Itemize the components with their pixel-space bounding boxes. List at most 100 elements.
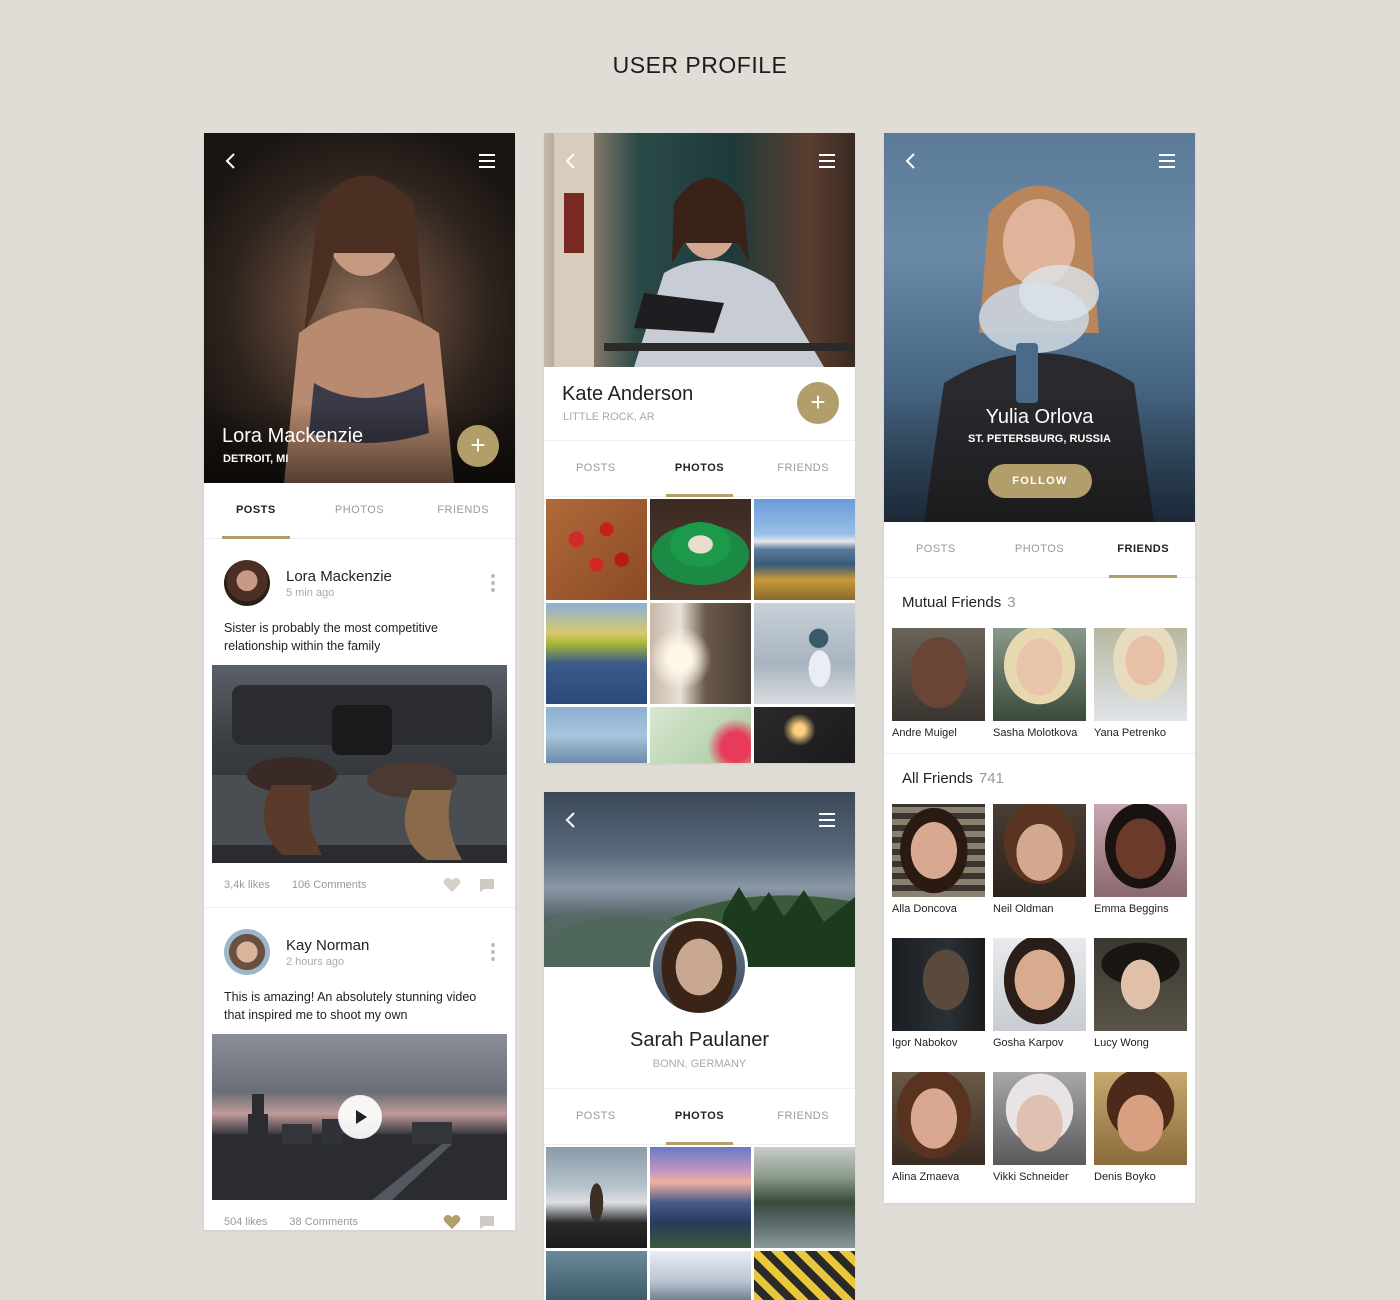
tab-friends[interactable]: FRIENDS bbox=[1091, 522, 1195, 578]
profile-card-yulia: Yulia Orlova ST. PETERSBURG, RUSSIA FOLL… bbox=[884, 133, 1195, 1203]
friend-item[interactable]: Yana Petrenko bbox=[1094, 628, 1187, 743]
mutual-friends-row: Andre Muigel Sasha Molotkova Yana Petren… bbox=[884, 628, 1195, 743]
photo-thumbnail[interactable] bbox=[754, 499, 855, 600]
friend-item[interactable]: Alla Doncova bbox=[892, 804, 985, 919]
tab-friends[interactable]: FRIENDS bbox=[751, 441, 855, 496]
friend-item[interactable]: Lucy Wong bbox=[1094, 938, 1187, 1053]
friend-name: Gosha Karpov bbox=[993, 1037, 1064, 1049]
tab-photos[interactable]: PHOTOS bbox=[308, 483, 412, 538]
profile-location: ST. PETERSBURG, RUSSIA bbox=[967, 433, 1112, 445]
all-friends-row: Alla Doncova Neil Oldman Emma Beggins bbox=[884, 804, 1195, 919]
tab-photos[interactable]: PHOTOS bbox=[988, 522, 1092, 577]
comments-count[interactable]: 106 Comments bbox=[292, 879, 367, 891]
photo-thumbnail[interactable] bbox=[754, 707, 855, 763]
avatar[interactable] bbox=[224, 560, 270, 606]
all-friends-row: Igor Nabokov Gosha Karpov Lucy Wong bbox=[884, 938, 1195, 1053]
photo-thumbnail[interactable] bbox=[546, 1251, 647, 1300]
photo-thumbnail[interactable] bbox=[546, 603, 647, 704]
add-friend-button[interactable]: + bbox=[457, 425, 499, 467]
comment-icon[interactable] bbox=[479, 1215, 495, 1230]
friend-item[interactable]: Sasha Molotkova bbox=[993, 628, 1086, 743]
photo-thumbnail[interactable] bbox=[650, 707, 751, 763]
photo-thumbnail[interactable] bbox=[754, 603, 855, 704]
photo-thumbnail[interactable] bbox=[546, 707, 647, 763]
mutual-friends-label: Mutual Friends bbox=[902, 594, 1002, 611]
follow-button[interactable]: FOLLOW bbox=[988, 464, 1092, 498]
tab-posts[interactable]: POSTS bbox=[544, 1089, 648, 1144]
friend-item[interactable]: Vikki Schneider bbox=[993, 1072, 1086, 1187]
tab-posts[interactable]: POSTS bbox=[544, 441, 648, 496]
comments-count[interactable]: 38 Comments bbox=[289, 1216, 357, 1228]
photo-thumbnail[interactable] bbox=[650, 1147, 751, 1248]
tab-posts[interactable]: POSTS bbox=[204, 483, 308, 539]
friend-item[interactable]: Alina Zmaeva bbox=[892, 1072, 985, 1187]
chevron-left-icon[interactable] bbox=[560, 151, 584, 171]
heart-icon[interactable] bbox=[443, 877, 461, 893]
tab-friends[interactable]: FRIENDS bbox=[751, 1089, 855, 1144]
heart-icon[interactable] bbox=[443, 1214, 461, 1230]
photo-thumbnail[interactable] bbox=[650, 1251, 751, 1300]
photo-thumbnail[interactable] bbox=[650, 603, 751, 704]
profile-card-sarah: Sarah Paulaner BONN, GERMANY POSTS PHOTO… bbox=[544, 792, 855, 1300]
profile-hero: Lora Mackenzie DETROIT, MI + bbox=[204, 133, 515, 483]
menu-icon[interactable] bbox=[475, 151, 499, 171]
menu-icon[interactable] bbox=[815, 810, 839, 830]
photo-thumbnail[interactable] bbox=[754, 1251, 855, 1300]
profile-tabs: POSTS PHOTOS FRIENDS bbox=[884, 522, 1195, 578]
friend-photo bbox=[993, 628, 1086, 721]
friend-name: Igor Nabokov bbox=[892, 1037, 958, 1049]
menu-icon[interactable] bbox=[815, 151, 839, 171]
profile-photo bbox=[554, 133, 854, 367]
photo-thumbnail[interactable] bbox=[546, 499, 647, 600]
add-friend-button[interactable]: + bbox=[797, 382, 839, 424]
photo-thumbnail[interactable] bbox=[650, 499, 751, 600]
menu-icon[interactable] bbox=[1155, 151, 1179, 171]
post-author-name[interactable]: Lora Mackenzie bbox=[286, 568, 392, 585]
post-image[interactable] bbox=[212, 665, 507, 863]
post-text: Sister is probably the most competitive … bbox=[224, 621, 438, 653]
friend-item[interactable]: Gosha Karpov bbox=[993, 938, 1086, 1053]
friend-photo bbox=[892, 1072, 985, 1165]
photo-thumbnail[interactable] bbox=[754, 1147, 855, 1248]
post-item: Kay Norman 2 hours ago This is amazing! … bbox=[204, 908, 515, 1230]
post-video[interactable] bbox=[212, 1034, 507, 1200]
tab-photos[interactable]: PHOTOS bbox=[648, 441, 752, 497]
comment-icon[interactable] bbox=[479, 878, 495, 893]
tab-friends[interactable]: FRIENDS bbox=[411, 483, 515, 538]
friend-photo bbox=[1094, 1072, 1187, 1165]
photo-thumbnail[interactable] bbox=[546, 1147, 647, 1248]
tab-posts[interactable]: POSTS bbox=[884, 522, 988, 577]
friend-item[interactable]: Denis Boyko bbox=[1094, 1072, 1187, 1187]
tab-photos[interactable]: PHOTOS bbox=[648, 1089, 752, 1145]
friend-item[interactable]: Andre Muigel bbox=[892, 628, 985, 743]
likes-count: 504 likes bbox=[224, 1216, 268, 1228]
post-timestamp: 2 hours ago bbox=[286, 955, 345, 968]
profile-tabs: POSTS PHOTOS FRIENDS bbox=[204, 483, 515, 539]
all-friends-count: 741 bbox=[978, 770, 1004, 787]
friend-item[interactable]: Igor Nabokov bbox=[892, 938, 985, 1053]
friend-name: Denis Boyko bbox=[1094, 1171, 1156, 1183]
friend-item[interactable]: Emma Beggins bbox=[1094, 804, 1187, 919]
post-author-name[interactable]: Kay Norman bbox=[286, 937, 369, 954]
chevron-left-icon[interactable] bbox=[220, 151, 244, 171]
chevron-left-icon[interactable] bbox=[560, 810, 584, 830]
friend-item[interactable]: Neil Oldman bbox=[993, 804, 1086, 919]
profile-name: Lora Mackenzie bbox=[222, 425, 364, 447]
post-item: Lora Mackenzie 5 min ago Sister is proba… bbox=[204, 539, 515, 908]
profile-name: Kate Anderson bbox=[562, 383, 694, 405]
profile-card-lora: Lora Mackenzie DETROIT, MI + POSTS PHOTO… bbox=[204, 133, 515, 1230]
profile-tabs: POSTS PHOTOS FRIENDS bbox=[544, 441, 855, 497]
profile-location: DETROIT, MI bbox=[223, 453, 289, 465]
chevron-left-icon[interactable] bbox=[900, 151, 924, 171]
profile-card-kate: Kate Anderson LITTLE ROCK, AR + POSTS PH… bbox=[544, 133, 855, 763]
profile-location: LITTLE ROCK, AR bbox=[563, 411, 655, 423]
all-friends-label: All Friends bbox=[902, 770, 973, 787]
friend-photo bbox=[892, 804, 985, 897]
mutual-friends-count: 3 bbox=[1007, 594, 1016, 611]
play-button[interactable] bbox=[338, 1095, 382, 1139]
friend-photo bbox=[1094, 938, 1187, 1031]
more-vertical-icon[interactable] bbox=[491, 573, 495, 593]
avatar[interactable] bbox=[224, 929, 270, 975]
mutual-friends-header: Mutual Friends 3 bbox=[884, 578, 1195, 628]
more-vertical-icon[interactable] bbox=[491, 942, 495, 962]
